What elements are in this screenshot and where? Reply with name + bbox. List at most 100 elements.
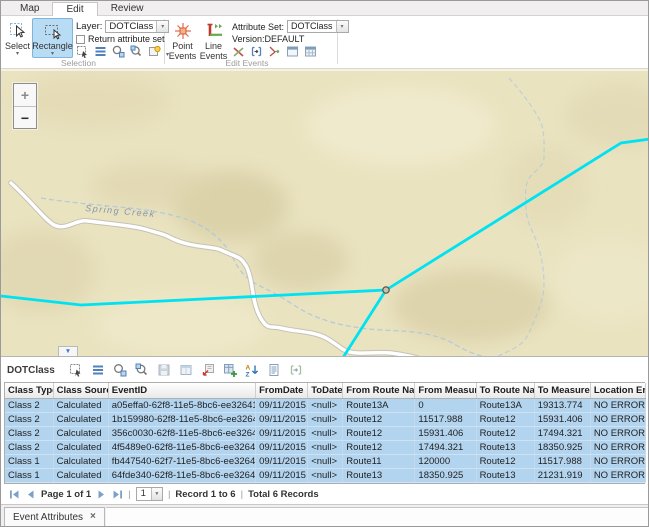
table-cell[interactable]: 09/11/2015 [256,455,308,469]
pan-to-selection-icon[interactable] [130,45,143,58]
table-cell[interactable]: <null> [308,455,343,469]
zoom-to-selection-icon[interactable] [112,45,125,58]
table-cell[interactable]: Class 2 [5,427,53,441]
table-cell[interactable]: 356c0030-62f8-11e5-8bc6-ee32641d5ec9 [108,427,255,441]
tab-event-attributes[interactable]: Event Attributes × [4,507,105,526]
table-cell[interactable]: Route13 [476,469,534,483]
table-cell[interactable]: fb447540-62f7-11e5-8bc6-ee32641d5ec9 [108,455,255,469]
return-attribute-set-checkbox[interactable] [76,35,85,44]
page-dropdown-arrow-icon[interactable]: ▾ [151,488,162,500]
table-cell[interactable]: Route13A [476,399,534,413]
table-cell[interactable]: NO ERROR [590,469,645,483]
table-cell[interactable]: 09/11/2015 [256,441,308,455]
close-tab-icon[interactable]: × [90,512,96,522]
attribute-window-icon[interactable] [179,363,194,378]
table-cell[interactable]: Class 2 [5,441,53,455]
table-cell[interactable]: Route12 [476,413,534,427]
table-cell[interactable]: Calculated [53,441,108,455]
column-header[interactable]: ToDate [308,383,343,399]
table-cell[interactable]: Class 2 [5,399,53,413]
table-cell[interactable]: NO ERROR [590,427,645,441]
table-cell[interactable]: Class 1 [5,469,53,483]
table-cell[interactable]: Route13 [343,469,415,483]
select-by-rectangle-icon[interactable] [76,45,89,58]
column-header[interactable]: From Route Name [343,383,415,399]
rectangle-dropdown-arrow-icon[interactable]: ▾ [51,52,54,57]
table-cell[interactable]: 15931.406 [534,413,590,427]
table-cell[interactable]: 18350.925 [415,469,476,483]
column-header[interactable]: Location Error [590,383,645,399]
merge-events-icon[interactable] [268,45,281,58]
event-table-window-icon[interactable] [304,45,317,58]
table-cell[interactable]: <null> [308,441,343,455]
table-cell[interactable]: 18350.925 [534,441,590,455]
tab-review[interactable]: Review [98,2,157,15]
table-cell[interactable]: Calculated [53,427,108,441]
table-options-icon[interactable] [91,363,106,378]
table-cell[interactable]: 21231.919 [534,469,590,483]
selection-list-icon[interactable] [94,45,107,58]
measure-brackets-icon[interactable] [250,45,263,58]
table-cell[interactable]: Route12 [476,427,534,441]
zoom-to-selected-icon[interactable] [113,363,128,378]
table-cell[interactable]: 11517.988 [415,413,476,427]
zoom-out-button[interactable]: − [14,106,36,128]
table-cell[interactable]: 09/11/2015 [256,469,308,483]
table-cell[interactable]: 120000 [415,455,476,469]
table-cell[interactable]: Calculated [53,455,108,469]
split-event-icon[interactable] [232,45,245,58]
table-cell[interactable]: NO ERROR [590,399,645,413]
table-cell[interactable]: 09/11/2015 [256,399,308,413]
column-header[interactable]: From Measure [415,383,476,399]
table-row[interactable]: Class 1Calculatedfb447540-62f7-11e5-8bc6… [5,455,646,469]
table-cell[interactable]: 11517.988 [534,455,590,469]
table-cell[interactable]: <null> [308,469,343,483]
table-cell[interactable]: 64fde340-62f8-11e5-8bc6-ee32641d5ec9 [108,469,255,483]
next-page-button[interactable] [96,489,107,500]
save-edits-icon[interactable] [157,363,172,378]
column-header[interactable]: FromDate [256,383,308,399]
report-icon[interactable] [267,363,282,378]
zoom-in-button[interactable]: + [14,84,36,106]
table-cell[interactable]: Route12 [476,455,534,469]
previous-page-button[interactable] [25,489,36,500]
column-header[interactable]: Class Type [5,383,53,399]
table-cell[interactable]: Route12 [343,441,415,455]
table-cell[interactable]: <null> [308,413,343,427]
layer-dropdown[interactable]: DOTClass ▾ [105,20,169,33]
table-cell[interactable]: <null> [308,427,343,441]
select-records-icon[interactable] [69,363,84,378]
sort-records-icon[interactable]: AZ [245,363,260,378]
table-row[interactable]: Class 2Calculateda05effa0-62f8-11e5-8bc6… [5,399,646,413]
map-canvas[interactable]: Spring Creek + − ▼ [1,69,648,356]
table-cell[interactable]: 19313.774 [534,399,590,413]
collapse-panel-button[interactable]: ▼ [58,346,78,356]
event-window-icon[interactable] [286,45,299,58]
table-cell[interactable]: 09/11/2015 [256,427,308,441]
table-cell[interactable]: NO ERROR [590,413,645,427]
column-header[interactable]: Class Source [53,383,108,399]
page-number-dropdown[interactable]: 1 ▾ [136,487,163,501]
table-row[interactable]: Class 1Calculated64fde340-62f8-11e5-8bc6… [5,469,646,483]
table-cell[interactable]: NO ERROR [590,455,645,469]
export-records-icon[interactable] [201,363,216,378]
table-cell[interactable]: 1b159980-62f8-11e5-8bc6-ee32641d5ec9 [108,413,255,427]
table-cell[interactable]: Calculated [53,413,108,427]
table-cell[interactable]: 15931.406 [415,427,476,441]
column-header[interactable]: EventID [108,383,255,399]
last-page-button[interactable] [112,489,123,500]
table-cell[interactable]: Route13A [343,399,415,413]
clear-selection-icon[interactable] [148,45,161,58]
table-cell[interactable]: 4f5489e0-62f8-11e5-8bc6-ee32641d5ec9 [108,441,255,455]
table-cell[interactable]: 17494.321 [415,441,476,455]
table-cell[interactable]: Route11 [343,455,415,469]
attribute-set-dropdown[interactable]: DOTClass ▾ [287,20,349,33]
table-cell[interactable]: NO ERROR [590,441,645,455]
add-records-icon[interactable] [223,363,238,378]
table-cell[interactable]: Route12 [343,427,415,441]
table-row[interactable]: Class 2Calculated4f5489e0-62f8-11e5-8bc6… [5,441,646,455]
table-cell[interactable]: a05effa0-62f8-11e5-8bc6-ee32641d5ec9 [108,399,255,413]
attribute-set-dropdown-arrow-icon[interactable]: ▾ [336,21,348,32]
tab-map[interactable]: Map [7,2,52,15]
column-header[interactable]: To Route Name [476,383,534,399]
